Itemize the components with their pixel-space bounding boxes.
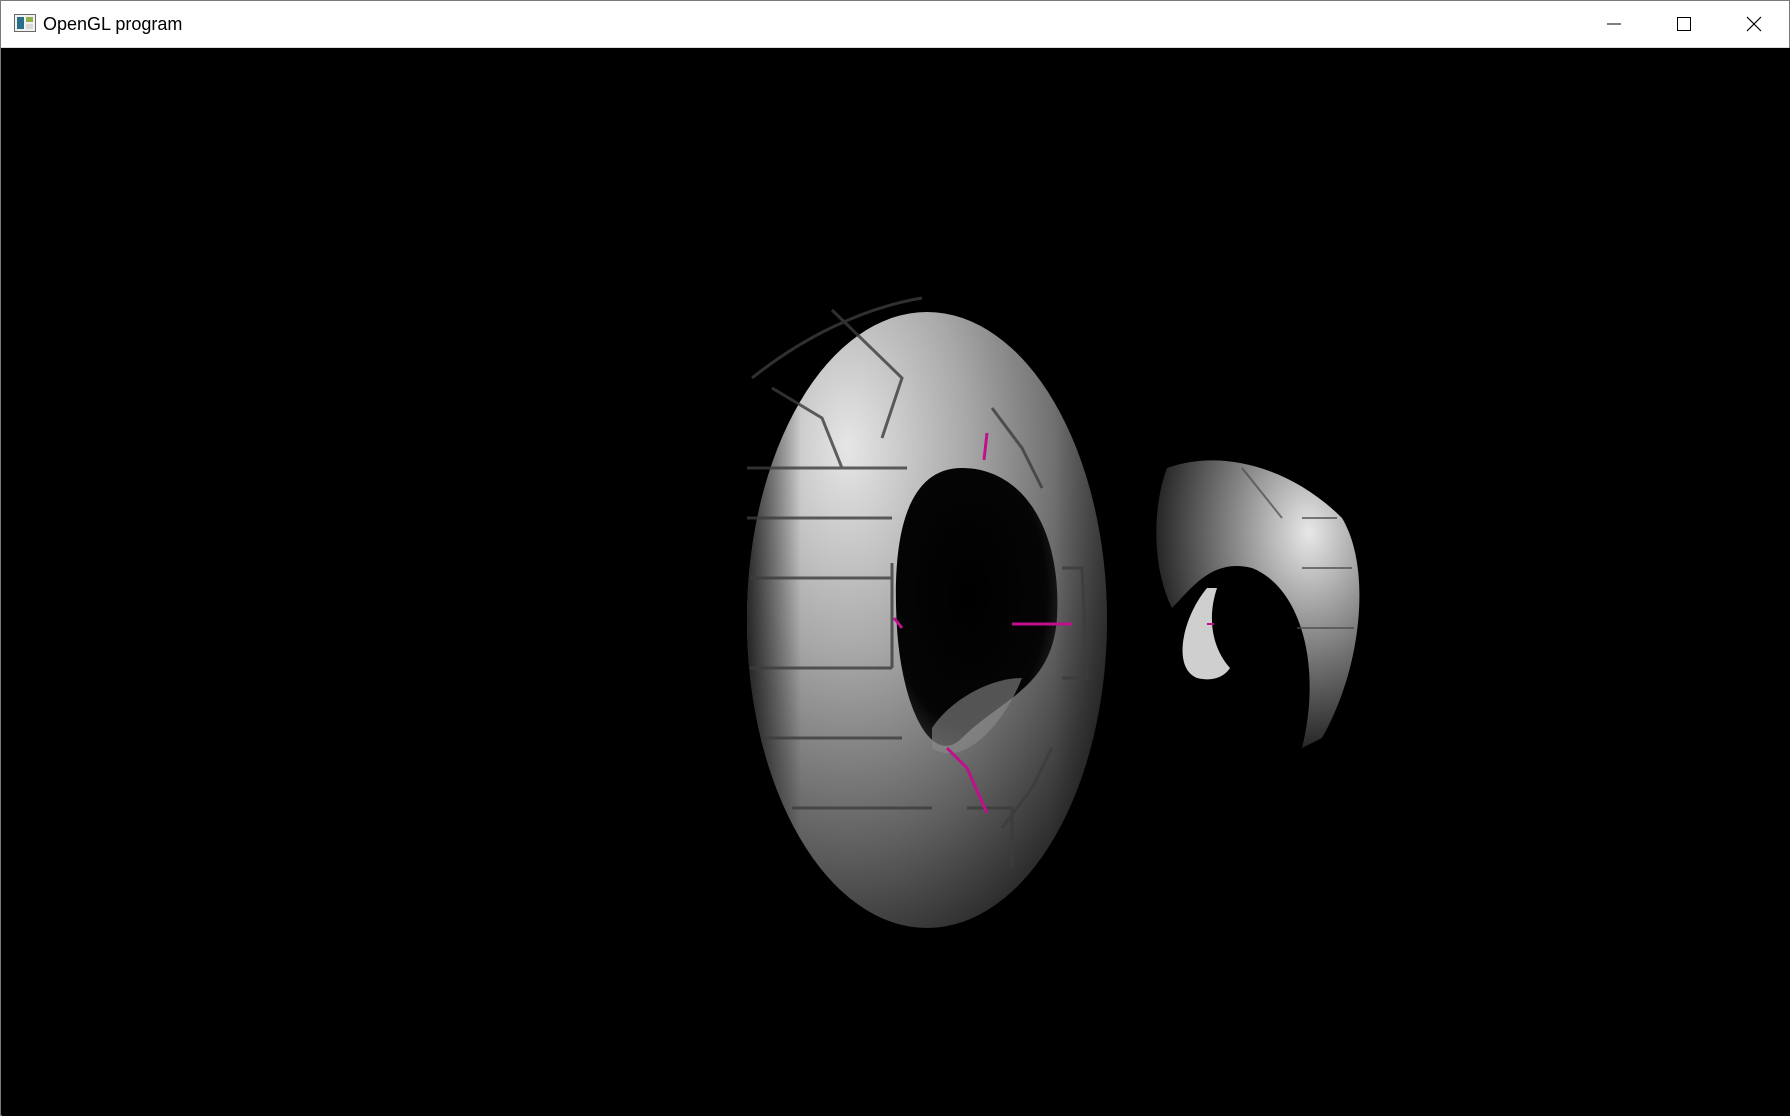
minimize-icon — [1607, 23, 1621, 25]
maximize-button[interactable] — [1649, 1, 1719, 47]
title-bar[interactable]: OpenGL program — [1, 1, 1789, 48]
maximize-icon — [1677, 17, 1691, 31]
gl-viewport[interactable] — [2, 48, 1790, 1116]
scene-render — [747, 296, 1360, 928]
small-torus — [1156, 460, 1360, 748]
close-icon — [1746, 16, 1762, 32]
window-title: OpenGL program — [43, 14, 183, 34]
app-icon — [14, 14, 36, 32]
large-torus — [747, 296, 1107, 928]
opengl-window: OpenGL program — [0, 0, 1790, 1116]
close-button[interactable] — [1719, 1, 1789, 47]
minimize-button[interactable] — [1579, 1, 1649, 47]
